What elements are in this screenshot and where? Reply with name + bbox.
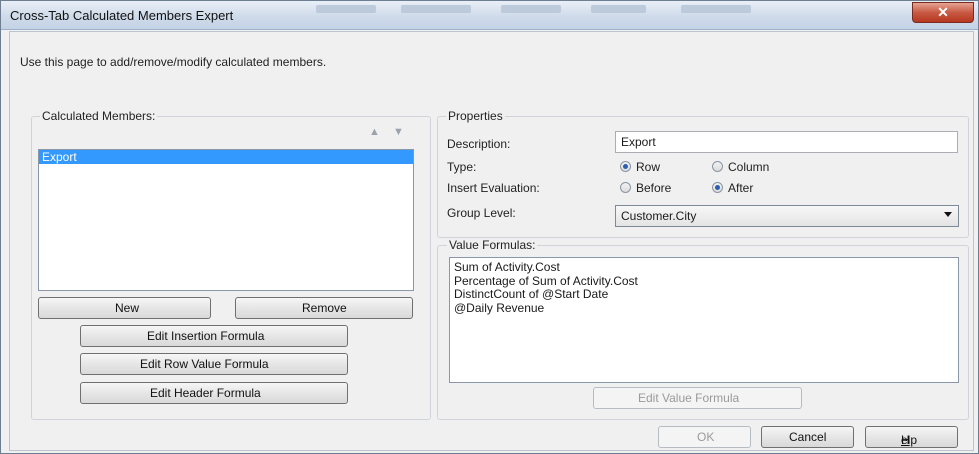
ok-button[interactable]: OK [658,426,751,448]
ok-button-label: OK [697,430,715,444]
insert-after-radio[interactable] [712,182,723,193]
close-button[interactable]: ✕ [912,2,974,23]
type-column-label: Column [728,160,770,174]
list-item[interactable]: DistinctCount of @Start Date [454,287,954,302]
type-row-label: Row [636,160,661,174]
edit-value-formula-button[interactable]: Edit Value Formula [593,387,802,409]
insert-before-label: Before [636,181,672,195]
edit-insertion-formula-label: Edit Insertion Formula [147,329,265,343]
intro-text: Use this page to add/remove/modify calcu… [20,55,327,69]
calculated-members-list[interactable]: Export [38,149,414,291]
title-bar[interactable]: Cross-Tab Calculated Members Expert ✕ [1,1,978,30]
list-item[interactable]: Export [39,150,413,164]
edit-header-formula-label: Edit Header Formula [150,386,261,400]
group-level-value: Customer.City [621,209,697,223]
new-button-label: New [115,301,140,315]
new-button[interactable]: New [38,297,211,319]
cancel-button[interactable]: Cancel [761,426,854,448]
help-label-rest: elp [901,433,918,447]
edit-insertion-formula-button[interactable]: Edit Insertion Formula [80,325,348,347]
chevron-down-icon [944,212,952,217]
arrow-up-icon[interactable]: ▲ [369,126,380,138]
description-field[interactable]: Export [615,131,958,153]
edit-header-formula-button[interactable]: Edit Header Formula [80,382,348,404]
list-item[interactable]: Percentage of Sum of Activity.Cost [454,274,954,289]
type-label: Type: [447,160,477,174]
insert-before-radio[interactable] [620,182,631,193]
close-icon: ✕ [937,4,949,20]
edit-row-value-formula-button[interactable]: Edit Row Value Formula [80,353,348,375]
value-formulas-list[interactable]: Sum of Activity.Cost Percentage of Sum o… [449,257,959,383]
remove-button[interactable]: Remove [235,297,413,319]
arrow-down-icon[interactable]: ▼ [393,126,404,138]
cancel-button-label: Cancel [789,430,827,444]
group-level-label: Group Level: [447,206,516,220]
insert-evaluation-label: Insert Evaluation: [447,181,540,195]
background-blur [316,5,376,13]
window-title: Cross-Tab Calculated Members Expert [10,8,234,23]
background-blur [681,5,751,13]
list-item[interactable]: Sum of Activity.Cost [454,260,954,275]
remove-button-label: Remove [302,301,347,315]
list-item[interactable]: @Daily Revenue [454,301,954,316]
properties-label: Properties [446,109,505,123]
type-column-radio[interactable] [712,161,723,172]
description-label: Description: [447,137,511,151]
background-blur [501,5,561,13]
edit-value-formula-label: Edit Value Formula [638,391,740,405]
value-formulas-label: Value Formulas: [447,238,538,252]
dialog-body: Use this page to add/remove/modify calcu… [9,31,974,451]
help-button[interactable]: Help [865,426,958,448]
calculated-members-label: Calculated Members: [40,109,158,123]
background-blur [401,5,471,13]
dialog-window: Cross-Tab Calculated Members Expert ✕ Us… [0,0,979,454]
insert-after-label: After [728,181,754,195]
edit-row-value-formula-label: Edit Row Value Formula [140,357,269,371]
type-row-radio[interactable] [620,161,631,172]
group-level-select[interactable]: Customer.City [615,205,959,227]
background-blur [591,5,646,13]
